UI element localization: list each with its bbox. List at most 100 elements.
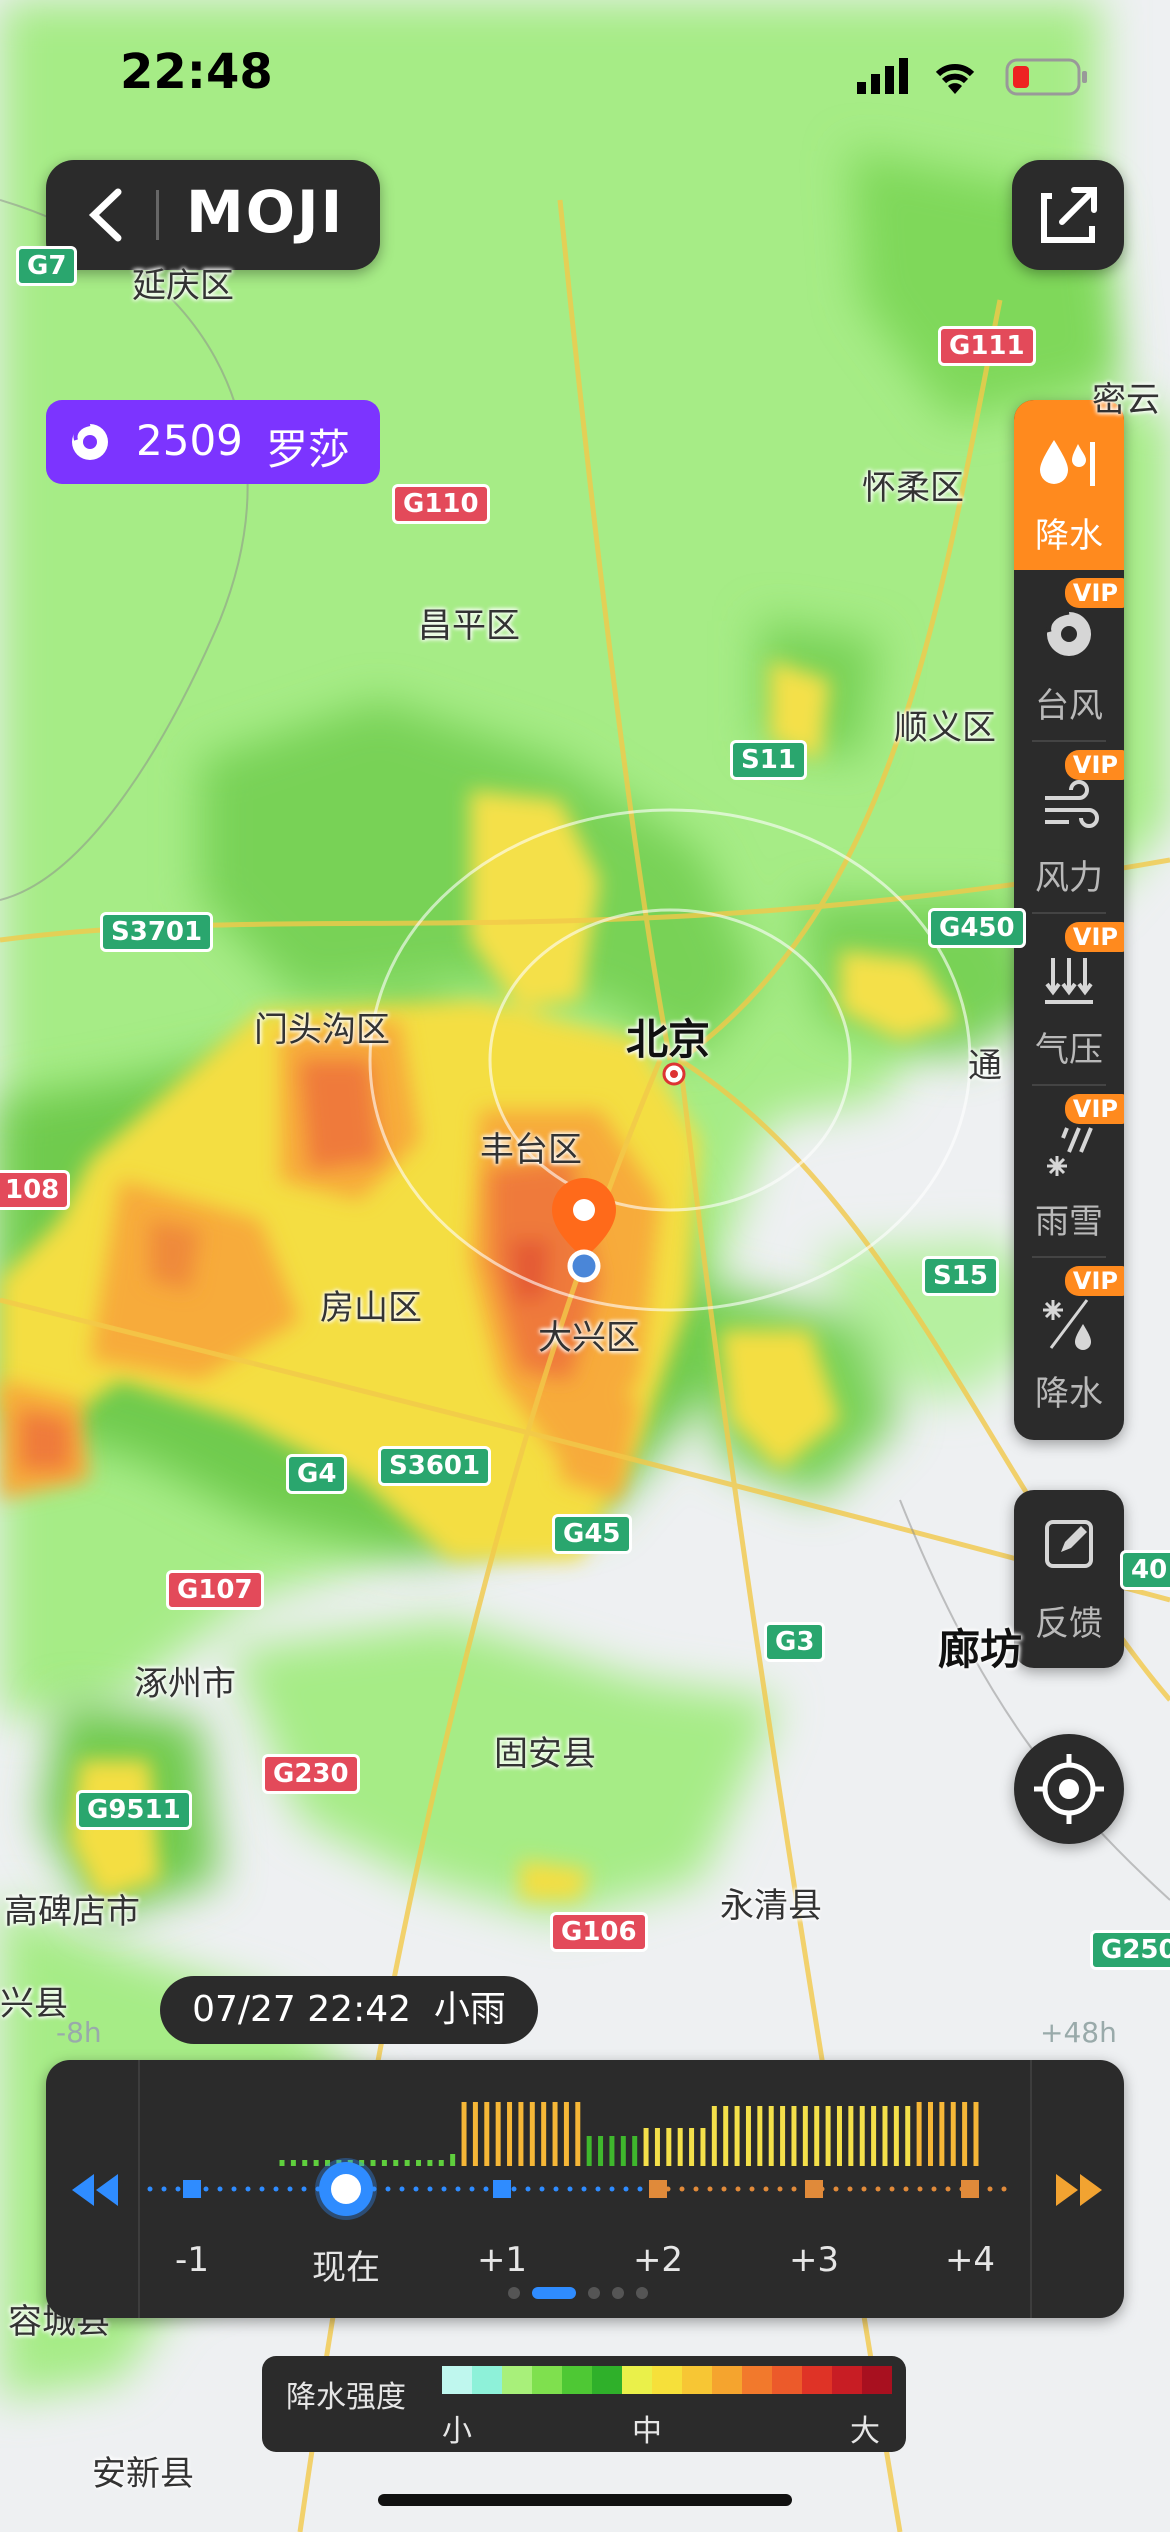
track-dot (385, 2186, 391, 2192)
tick-label: -1 (175, 2240, 209, 2280)
forecast-bar (791, 2106, 797, 2166)
forecast-bar (836, 2106, 842, 2166)
track-dot (931, 2186, 937, 2192)
forecast-bar (438, 2160, 444, 2166)
forecast-bar (370, 2160, 376, 2166)
track-dot (567, 2186, 573, 2192)
page-dot (588, 2287, 600, 2299)
forecast-bar (381, 2160, 387, 2166)
legend-swatch (772, 2366, 802, 2394)
track-dot (203, 2186, 209, 2192)
legend-swatch (832, 2366, 862, 2394)
track-dot (427, 2186, 433, 2192)
page-dot (532, 2287, 576, 2299)
forecast-bar (404, 2160, 410, 2166)
home-indicator[interactable] (378, 2494, 792, 2506)
forecast-bar (632, 2136, 638, 2166)
forecast-bar (780, 2106, 786, 2166)
hour-marker (649, 2180, 667, 2198)
legend-swatch (742, 2366, 772, 2394)
forecast-bar (871, 2106, 877, 2166)
legend-swatch (712, 2366, 742, 2394)
track-dot (735, 2186, 741, 2192)
track-dot (763, 2186, 769, 2192)
forecast-bar (518, 2102, 524, 2166)
forecast-bar (757, 2106, 763, 2166)
legend-swatch (502, 2366, 532, 2394)
legend-swatch (532, 2366, 562, 2394)
forecast-bar (973, 2102, 979, 2166)
forecast-bar (814, 2106, 820, 2166)
legend-swatch (802, 2366, 832, 2394)
hour-marker (183, 2180, 201, 2198)
track-dot (581, 2186, 587, 2192)
tick-label: 现在 (312, 2248, 380, 2288)
track-dot (539, 2186, 545, 2192)
legend-swatch (442, 2366, 472, 2394)
forecast-bar (882, 2106, 888, 2166)
forecast-bar (916, 2102, 922, 2166)
page-dot (508, 2287, 520, 2299)
legend-mid: 中 (632, 2414, 662, 2449)
forecast-bar (950, 2102, 956, 2166)
forecast-bar (427, 2160, 433, 2166)
forecast-bar (552, 2102, 558, 2166)
tick-label: +1 (476, 2240, 528, 2280)
hour-marker (805, 2180, 823, 2198)
track-dot (875, 2186, 881, 2192)
track-dot (399, 2186, 405, 2192)
track-dot (511, 2186, 517, 2192)
page-dot (636, 2287, 648, 2299)
legend-swatch (562, 2366, 592, 2394)
forecast-bar (313, 2160, 319, 2166)
forecast-bar (529, 2102, 535, 2166)
track-dot (441, 2186, 447, 2192)
page-dot (612, 2287, 624, 2299)
forecast-bar (609, 2136, 615, 2166)
scrubber-knob (331, 2174, 361, 2204)
hour-marker (493, 2180, 511, 2198)
forecast-bar (927, 2102, 933, 2166)
forecast-bar (302, 2160, 308, 2166)
precip-legend: 降水强度 小 中 大 (262, 2356, 906, 2452)
forecast-bar (962, 2102, 968, 2166)
forecast-bar (416, 2160, 422, 2166)
track-dot (553, 2186, 559, 2192)
legend-color-scale (442, 2366, 892, 2394)
track-dot (945, 2186, 951, 2192)
forecast-bar (507, 2102, 513, 2166)
track-dot (175, 2186, 181, 2192)
track-dot (525, 2186, 531, 2192)
track-dot (483, 2186, 489, 2192)
forecast-bar (586, 2136, 592, 2166)
legend-swatch (862, 2366, 892, 2394)
forecast-bar (484, 2102, 490, 2166)
forecast-bar (620, 2136, 626, 2166)
forecast-bar (859, 2106, 865, 2166)
forecast-bar (802, 2106, 808, 2166)
forecast-bar (745, 2106, 751, 2166)
track-dot (889, 2186, 895, 2192)
track-dot (693, 2186, 699, 2192)
track-dot (1001, 2186, 1007, 2192)
track-dot (609, 2186, 615, 2192)
track-dot (231, 2186, 237, 2192)
forecast-bar (563, 2102, 569, 2166)
forecast-bar (711, 2106, 717, 2166)
track-dot (413, 2186, 419, 2192)
track-dot (847, 2186, 853, 2192)
hour-marker (961, 2180, 979, 2198)
forecast-bar (734, 2106, 740, 2166)
tick-label: +3 (788, 2240, 840, 2280)
track-dot (595, 2186, 601, 2192)
forecast-bar (598, 2136, 604, 2166)
legend-swatch (592, 2366, 622, 2394)
forecast-bar (472, 2102, 478, 2166)
timeline-scrubber[interactable] (319, 2162, 373, 2216)
track-dot (623, 2186, 629, 2192)
tick-label: +2 (632, 2240, 684, 2280)
forecast-bar (541, 2102, 547, 2166)
track-dot (903, 2186, 909, 2192)
legend-swatch (652, 2366, 682, 2394)
track-dot (679, 2186, 685, 2192)
